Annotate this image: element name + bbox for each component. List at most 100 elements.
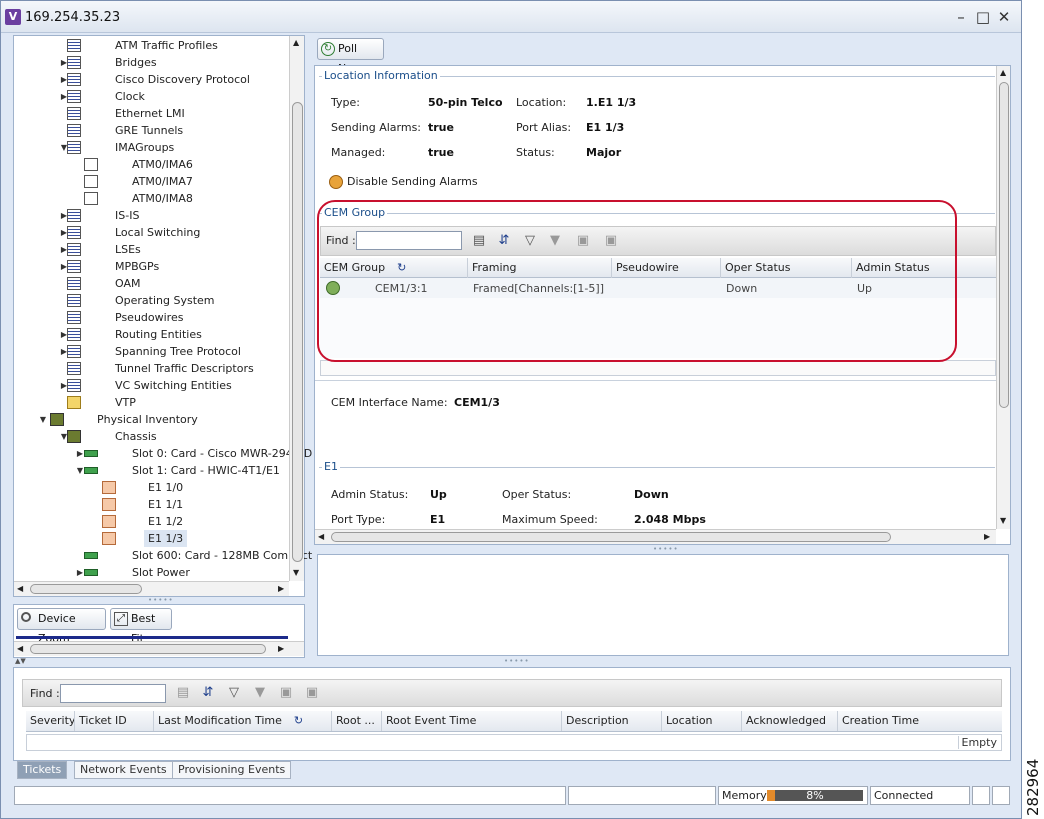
bottom-splitter-handle[interactable]: ••••• xyxy=(504,657,530,665)
tree-item[interactable]: E1 1/0 xyxy=(14,479,289,496)
close-icon[interactable]: ✕ xyxy=(994,7,1014,27)
tree-item-label: Chassis xyxy=(115,430,157,443)
tree-item[interactable]: Ethernet LMI xyxy=(14,105,289,122)
tree-item[interactable]: OAM xyxy=(14,275,289,292)
device-view-hscrollbar[interactable]: ◀ ▶ xyxy=(14,641,304,656)
tree-item[interactable]: ▼ IMAGroups xyxy=(14,139,289,156)
tree-item[interactable]: ▶ Spanning Tree Protocol xyxy=(14,343,289,360)
tree-item[interactable]: ATM Traffic Profiles xyxy=(14,37,289,54)
tree-item-label: MPBGPs xyxy=(115,260,160,273)
maximize-icon[interactable]: □ xyxy=(973,7,993,27)
collapse-arrows-icon[interactable]: ▲▼ xyxy=(15,657,26,665)
properties-hscroll-thumb[interactable] xyxy=(331,532,891,542)
tickets-col-header-8[interactable]: Creation Time xyxy=(838,711,1002,731)
scroll-left-icon[interactable]: ◀ xyxy=(17,584,23,593)
tree-item[interactable]: VTP xyxy=(14,394,289,411)
tree-item[interactable]: ▶ Local Switching xyxy=(14,224,289,241)
tickets-col-header-7[interactable]: Acknowledged xyxy=(742,711,838,731)
scroll-left-icon[interactable]: ◀ xyxy=(318,532,324,541)
device-view-scroll-thumb[interactable] xyxy=(30,644,266,654)
alarm-bell-icon xyxy=(329,175,343,189)
filter-icon[interactable]: ▽ xyxy=(226,685,242,701)
tree-item[interactable]: ▼ Physical Inventory xyxy=(14,411,289,428)
tree-item[interactable]: ▶ Bridges xyxy=(14,54,289,71)
tickets-col-header-3[interactable]: Root ... xyxy=(332,711,382,731)
scroll-down-icon[interactable]: ▼ xyxy=(1000,516,1006,525)
tickets-find-input[interactable] xyxy=(60,684,166,703)
collapse-arrow-icon[interactable]: ▼ xyxy=(76,462,84,479)
tree-item[interactable]: E1 1/3 xyxy=(14,530,289,547)
tickets-col-header-4[interactable]: Root Event Time xyxy=(382,711,562,731)
admin-status-label: Admin Status: xyxy=(331,488,409,501)
tickets-col-header-2[interactable]: Last Modification Time ↻ xyxy=(154,711,332,731)
tree-item[interactable]: ATM0/IMA7 xyxy=(14,173,289,190)
tickets-col-header-0[interactable]: Severity xyxy=(26,711,75,731)
tree-item-label: Slot Power xyxy=(132,566,190,579)
tree-vertical-scrollbar[interactable]: ▲ ▼ xyxy=(289,36,304,581)
tree-scroll-thumb[interactable] xyxy=(292,102,303,562)
poll-now-button[interactable]: ↻ Poll Now xyxy=(317,38,384,75)
scroll-right-icon[interactable]: ▶ xyxy=(278,644,284,653)
tree-item[interactable]: Slot 600: Card - 128MB Compact xyxy=(14,547,312,564)
left-splitter-handle[interactable]: ••••• xyxy=(148,596,174,604)
tree-item[interactable]: ▼ Slot 1: Card - HWIC-4T1/E1 xyxy=(14,462,289,479)
location-value: 1.E1 1/3 xyxy=(586,96,637,109)
advanced-filter-icon[interactable]: ▼ xyxy=(252,685,268,701)
cem-interface-name-label: CEM Interface Name: xyxy=(331,396,448,409)
tree-item[interactable]: ▶ IS-IS xyxy=(14,207,289,224)
tree-hscroll-thumb[interactable] xyxy=(30,584,142,594)
properties-hscrollbar[interactable]: ◀ ▶ xyxy=(315,529,996,544)
tree-item[interactable]: ▶ Clock xyxy=(14,88,289,105)
properties-scroll-thumb[interactable] xyxy=(999,82,1009,408)
scroll-left-icon[interactable]: ◀ xyxy=(17,644,23,653)
tab-network-events[interactable]: Network Events xyxy=(74,761,173,779)
tab-tickets[interactable]: Tickets xyxy=(17,761,68,779)
cem-table-hscrollbar[interactable] xyxy=(320,360,996,376)
tree-item[interactable]: ▶ Slot Power xyxy=(14,564,289,581)
tree-item[interactable]: ATM0/IMA6 xyxy=(14,156,289,173)
tree-item[interactable]: E1 1/1 xyxy=(14,496,289,513)
tree-item-label: ATM0/IMA7 xyxy=(132,175,193,188)
tree-item[interactable]: E1 1/2 xyxy=(14,513,289,530)
right-splitter-handle[interactable]: ••••• xyxy=(653,545,679,553)
collapse-arrow-icon[interactable]: ▼ xyxy=(39,411,47,428)
device-view-panel: Device Zoom ⤢ Best Fit ◀ ▶ xyxy=(13,604,305,658)
sort-az-icon[interactable]: ⇵ xyxy=(200,685,216,701)
device-zoom-button[interactable]: Device Zoom xyxy=(17,608,106,645)
expand-arrow-icon[interactable]: ▶ xyxy=(76,445,84,462)
tickets-col-header-1[interactable]: Ticket ID xyxy=(75,711,154,731)
scroll-right-icon[interactable]: ▶ xyxy=(278,584,284,593)
tree-item[interactable]: GRE Tunnels xyxy=(14,122,289,139)
tree-item[interactable]: ▶ LSEs xyxy=(14,241,289,258)
tree-item[interactable]: Tunnel Traffic Descriptors xyxy=(14,360,289,377)
scroll-right-icon[interactable]: ▶ xyxy=(984,532,990,541)
ima-icon xyxy=(84,158,98,171)
tree-item[interactable]: Operating System xyxy=(14,292,289,309)
expand-arrow-icon[interactable]: ▶ xyxy=(76,564,84,581)
tree-item[interactable]: ATM0/IMA8 xyxy=(14,190,289,207)
tree-item[interactable]: ▶ VC Switching Entities xyxy=(14,377,289,394)
scroll-up-icon[interactable]: ▲ xyxy=(1000,68,1006,77)
properties-vscrollbar[interactable]: ▲ ▼ xyxy=(996,66,1010,529)
minimize-icon[interactable]: – xyxy=(951,7,971,27)
tree-item[interactable]: ▼ Chassis xyxy=(14,428,289,445)
tickets-col-header-6[interactable]: Location xyxy=(662,711,742,731)
scroll-up-icon[interactable]: ▲ xyxy=(293,38,299,47)
tab-provisioning-events[interactable]: Provisioning Events xyxy=(172,761,292,779)
tree-item[interactable]: ▶ Cisco Discovery Protocol xyxy=(14,71,289,88)
scroll-down-icon[interactable]: ▼ xyxy=(293,568,299,577)
ima-icon xyxy=(84,192,98,205)
export-icon[interactable]: ▣ xyxy=(278,685,294,701)
print-icon[interactable]: ▣ xyxy=(304,685,320,701)
tree-item[interactable]: ▶ Slot 0: Card - Cisco MWR-2941-D xyxy=(14,445,312,462)
tree-item[interactable]: ▶ Routing Entities xyxy=(14,326,289,343)
highlight-outline xyxy=(317,200,957,362)
tree-item[interactable]: ▶ MPBGPs xyxy=(14,258,289,275)
tickets-col-header-5[interactable]: Description xyxy=(562,711,662,731)
tree-item-label: Pseudowires xyxy=(115,311,184,324)
tree-horizontal-scrollbar[interactable]: ◀ ▶ xyxy=(14,581,289,596)
best-fit-button[interactable]: ⤢ Best Fit xyxy=(110,608,172,645)
tree-item[interactable]: Pseudowires xyxy=(14,309,289,326)
save-table-icon[interactable]: ▤ xyxy=(175,685,191,701)
sending-alarms-label: Sending Alarms: xyxy=(331,121,422,134)
